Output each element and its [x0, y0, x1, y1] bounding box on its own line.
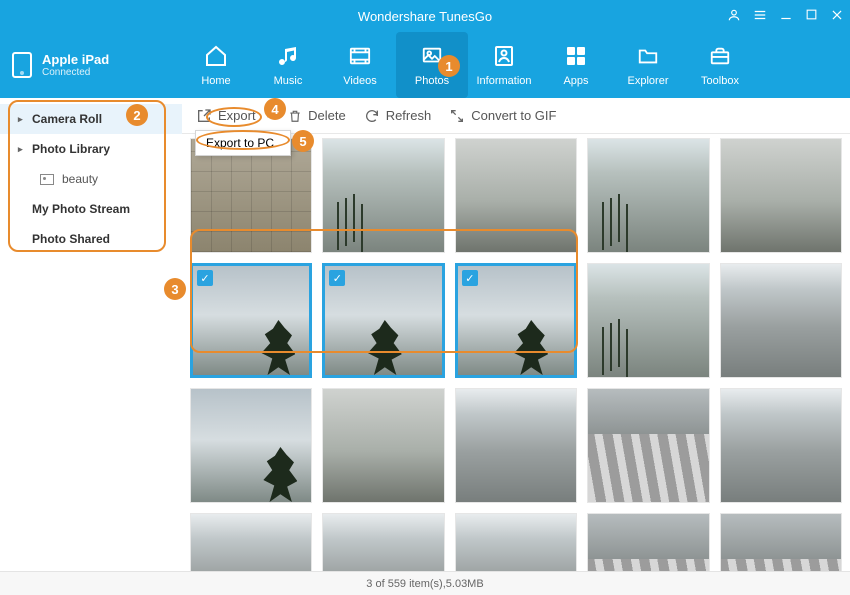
tab-information-label: Information	[476, 75, 531, 87]
tab-home-label: Home	[201, 75, 230, 87]
tab-videos-label: Videos	[343, 75, 376, 87]
device-name: Apple iPad	[42, 52, 109, 67]
device-info[interactable]: Apple iPad Connected	[12, 52, 180, 78]
maximize-button[interactable]	[805, 8, 818, 24]
photo-thumb[interactable]	[720, 513, 842, 571]
photo-thumb[interactable]	[455, 513, 577, 571]
nav-tabs: Home Music Videos Photos Information App…	[180, 32, 756, 98]
home-icon	[201, 43, 231, 69]
callout-5: 5	[292, 130, 314, 152]
titlebar: Wondershare TunesGo	[0, 0, 850, 32]
sidebar: ▸ Camera Roll ▸ Photo Library beauty My …	[0, 98, 182, 571]
tab-photos-label: Photos	[415, 75, 449, 87]
sidebar-item-camera-roll[interactable]: ▸ Camera Roll	[0, 104, 182, 134]
tab-explorer-label: Explorer	[628, 75, 669, 87]
export-button[interactable]: Export ▾	[196, 108, 270, 124]
export-to-pc-item[interactable]: Export to PC	[196, 131, 290, 155]
photo-thumb[interactable]	[587, 138, 709, 253]
photo-thumb[interactable]	[720, 138, 842, 253]
export-menu: Export to PC	[195, 130, 291, 156]
photo-thumb-selected[interactable]: ✓	[322, 263, 444, 378]
tablet-icon	[12, 52, 32, 78]
refresh-button[interactable]: Refresh	[364, 108, 432, 124]
photo-thumb[interactable]	[587, 388, 709, 503]
sidebar-item-photo-library[interactable]: ▸ Photo Library	[0, 134, 182, 164]
content-area: Export ▾ Delete Refresh Convert to GIF	[182, 98, 850, 571]
device-status: Connected	[42, 67, 109, 78]
photo-grid[interactable]: ✓ ✓ ✓	[182, 134, 850, 571]
photo-thumb[interactable]	[190, 388, 312, 503]
export-label: Export	[218, 108, 256, 123]
folder-icon	[633, 43, 663, 69]
photo-thumb-selected[interactable]: ✓	[455, 263, 577, 378]
convert-label: Convert to GIF	[471, 108, 556, 123]
music-icon	[273, 43, 303, 69]
user-icon[interactable]	[727, 8, 741, 25]
sidebar-item-beauty[interactable]: beauty	[0, 164, 182, 194]
photo-thumb[interactable]	[587, 513, 709, 571]
caret-icon: ▸	[18, 144, 24, 155]
tab-toolbox-label: Toolbox	[701, 75, 739, 87]
app-title: Wondershare TunesGo	[358, 9, 492, 24]
album-icon	[40, 174, 54, 185]
photo-thumb[interactable]	[455, 388, 577, 503]
photo-thumb[interactable]	[322, 513, 444, 571]
photo-thumb[interactable]	[322, 388, 444, 503]
tab-information[interactable]: Information	[468, 32, 540, 98]
callout-2: 2	[126, 104, 148, 126]
status-bar: 3 of 559 item(s),5.03MB	[0, 571, 850, 595]
delete-button[interactable]: Delete	[288, 108, 346, 124]
tab-home[interactable]: Home	[180, 32, 252, 98]
checkmark-icon: ✓	[329, 270, 345, 286]
sidebar-item-my-photo-stream[interactable]: My Photo Stream	[0, 194, 182, 224]
sidebar-item-photo-shared[interactable]: Photo Shared	[0, 224, 182, 254]
photo-thumb[interactable]	[720, 263, 842, 378]
navbar: Apple iPad Connected Home Music Videos P…	[0, 32, 850, 98]
photo-thumb[interactable]	[190, 513, 312, 571]
refresh-label: Refresh	[386, 108, 432, 123]
callout-1: 1	[438, 55, 460, 77]
minimize-button[interactable]	[779, 8, 793, 25]
tab-explorer[interactable]: Explorer	[612, 32, 684, 98]
photo-thumb[interactable]	[720, 388, 842, 503]
tab-toolbox[interactable]: Toolbox	[684, 32, 756, 98]
delete-label: Delete	[308, 108, 346, 123]
window-controls	[727, 0, 844, 32]
photo-thumb[interactable]	[587, 263, 709, 378]
tab-videos[interactable]: Videos	[324, 32, 396, 98]
sidebar-label: beauty	[62, 172, 98, 186]
checkmark-icon: ✓	[462, 270, 478, 286]
contact-icon	[489, 43, 519, 69]
photo-thumb-selected[interactable]: ✓	[190, 263, 312, 378]
menu-icon[interactable]	[753, 8, 767, 25]
callout-4: 4	[264, 98, 286, 120]
photo-thumb[interactable]	[322, 138, 444, 253]
tab-apps[interactable]: Apps	[540, 32, 612, 98]
checkmark-icon: ✓	[197, 270, 213, 286]
tab-music-label: Music	[274, 75, 303, 87]
photo-thumb[interactable]	[455, 138, 577, 253]
sidebar-label: Photo Shared	[32, 232, 110, 246]
apps-icon	[561, 43, 591, 69]
caret-icon: ▸	[18, 114, 24, 125]
sidebar-label: My Photo Stream	[32, 202, 130, 216]
sidebar-label: Camera Roll	[32, 112, 102, 126]
video-icon	[345, 43, 375, 69]
callout-3: 3	[164, 278, 186, 300]
close-button[interactable]	[830, 8, 844, 25]
sidebar-label: Photo Library	[32, 142, 110, 156]
tab-music[interactable]: Music	[252, 32, 324, 98]
status-text: 3 of 559 item(s),5.03MB	[366, 578, 483, 590]
convert-gif-button[interactable]: Convert to GIF	[449, 108, 556, 124]
toolbox-icon	[705, 43, 735, 69]
tab-apps-label: Apps	[563, 75, 588, 87]
